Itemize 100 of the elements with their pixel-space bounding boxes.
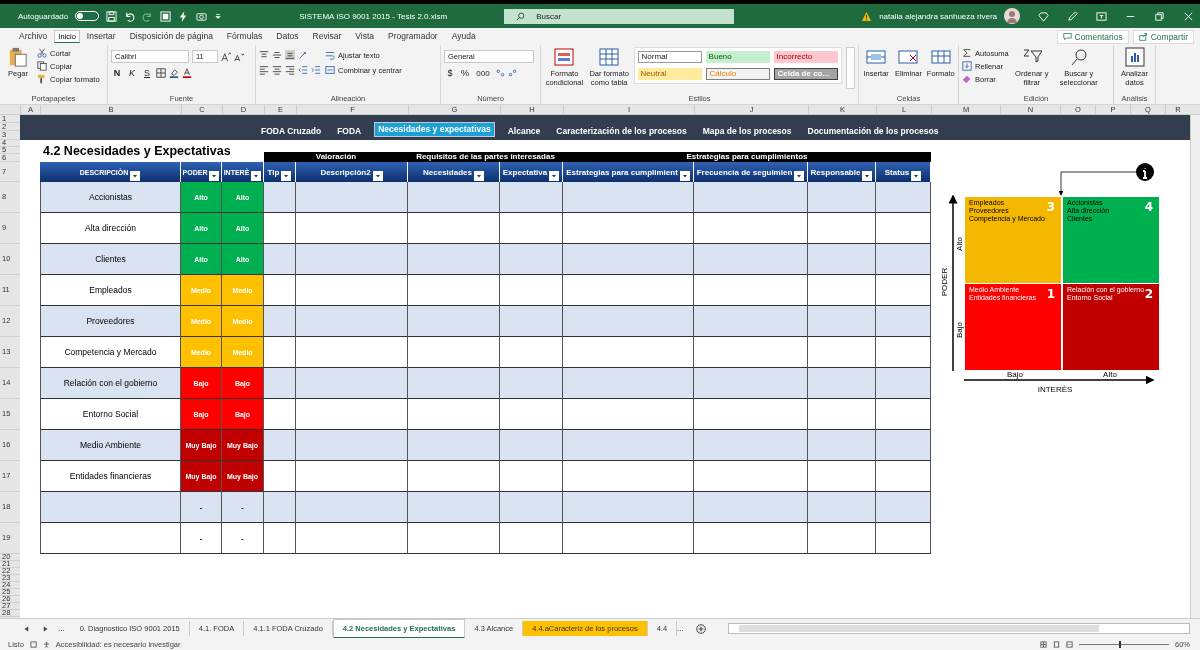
add-sheet-icon[interactable] <box>695 623 706 634</box>
align-middle-icon[interactable] <box>272 50 282 60</box>
gallery-scrollbar[interactable] <box>845 47 855 89</box>
underline-button[interactable]: S <box>141 68 153 78</box>
filter-dropdown-icon[interactable] <box>372 171 383 181</box>
user-name: natalia alejandra sanhueza rivera <box>879 11 997 21</box>
table-cell <box>808 244 876 275</box>
fill-color-icon[interactable] <box>169 68 179 78</box>
table-cell <box>264 182 296 213</box>
ribbon-tab[interactable]: Fórmulas <box>219 28 270 45</box>
axis-label: Alto <box>1103 370 1117 379</box>
redo-icon[interactable] <box>142 10 154 22</box>
shrink-font-icon[interactable] <box>234 51 244 62</box>
group-header: Requisitos de las partes interesadas <box>408 152 563 162</box>
filter-dropdown-icon[interactable] <box>209 171 220 181</box>
quadrant-number: 2 <box>1144 287 1153 301</box>
cell-style[interactable]: Incorrecto <box>773 51 838 63</box>
align-bottom-icon[interactable] <box>285 50 295 60</box>
filter-dropdown-icon[interactable] <box>473 171 484 181</box>
ribbon-tab[interactable]: Disposición de página <box>122 28 220 45</box>
quadrant-number: 3 <box>1046 200 1055 214</box>
filter-dropdown-icon[interactable] <box>794 171 805 181</box>
cell-style[interactable]: Neutral <box>637 68 702 80</box>
nav-link[interactable]: FODA <box>334 125 365 137</box>
macro-icon[interactable] <box>29 640 37 648</box>
nav-link[interactable]: Mapa de los procesos <box>699 125 795 137</box>
window-title: SISTEMA ISO 9001 2015 - Tesis 2.0.xlsm <box>299 11 448 21</box>
ribbon-display-icon[interactable] <box>1096 10 1107 22</box>
group-header: Estrategias para cumplimientos <box>563 152 931 162</box>
cell-style[interactable]: Normal <box>637 51 702 63</box>
camera-icon[interactable] <box>196 10 208 22</box>
thousands-button[interactable]: 000 <box>474 68 492 78</box>
percent-button[interactable]: % <box>459 68 471 78</box>
align-left-icon[interactable] <box>259 65 269 75</box>
table-cell <box>264 523 296 554</box>
table-cell <box>264 244 296 275</box>
search-field[interactable]: Buscar <box>504 8 735 24</box>
diamond-icon[interactable] <box>1038 10 1049 22</box>
close-icon[interactable] <box>1183 10 1194 22</box>
ribbon-tab[interactable]: Datos <box>269 28 306 45</box>
filter-dropdown-icon[interactable] <box>130 171 141 181</box>
filter-dropdown-icon[interactable] <box>281 171 292 181</box>
comments-button[interactable]: Comentarios <box>1056 29 1129 44</box>
form-icon[interactable] <box>160 10 172 22</box>
table-cell <box>264 492 296 523</box>
currency-button[interactable]: $ <box>444 68 456 78</box>
page-layout-icon[interactable] <box>1053 640 1060 648</box>
share-icon <box>1138 32 1148 41</box>
nav-link[interactable]: Alcance <box>504 125 544 137</box>
nav-link[interactable]: Documentación de los procesos <box>804 125 942 137</box>
comment-icon <box>1062 32 1072 41</box>
filter-dropdown-icon[interactable] <box>862 171 873 181</box>
decrease-indent-icon[interactable] <box>298 65 308 75</box>
accessibility-icon[interactable] <box>42 640 50 648</box>
info-icon[interactable] <box>1136 163 1154 181</box>
undo-icon[interactable] <box>124 10 136 22</box>
align-center-icon[interactable] <box>272 65 282 75</box>
page-break-icon[interactable] <box>1066 640 1073 648</box>
table-cell <box>808 182 876 213</box>
normal-view-icon[interactable] <box>1040 640 1047 648</box>
grow-font-icon[interactable] <box>221 51 231 62</box>
table-cell <box>876 523 931 554</box>
filter-dropdown-icon[interactable] <box>679 171 690 181</box>
share-button[interactable]: Compartir <box>1132 29 1194 44</box>
filter-dropdown-icon[interactable] <box>251 171 262 181</box>
increase-decimal-icon[interactable] <box>495 68 505 78</box>
font-color-icon[interactable] <box>182 68 192 78</box>
column-title: Tip <box>267 167 280 177</box>
ribbon-tab[interactable]: Vista <box>348 28 382 45</box>
decrease-decimal-icon[interactable] <box>508 68 518 78</box>
more-tabs[interactable]: ... <box>58 624 65 633</box>
ribbon-tab[interactable]: Revisar <box>305 28 349 45</box>
align-top-icon[interactable] <box>259 50 269 60</box>
filter-dropdown-icon[interactable] <box>549 171 560 181</box>
vertical-scrollbar[interactable] <box>1190 115 1200 618</box>
ribbon-tab[interactable]: Insertar <box>79 28 123 45</box>
filter-dropdown-icon[interactable] <box>911 171 922 181</box>
nav-link[interactable]: Caracterización de los procesos <box>553 125 690 137</box>
ribbon-tab[interactable]: Programador <box>381 28 445 45</box>
orientation-icon[interactable] <box>298 50 308 60</box>
align-right-icon[interactable] <box>285 65 295 75</box>
ribbon-tab[interactable]: Archivo <box>12 28 55 45</box>
cell-style[interactable]: Bueno <box>705 51 770 63</box>
nav-link[interactable]: FODA Cruzado <box>258 125 325 137</box>
bold-button[interactable]: N <box>111 68 123 78</box>
horizontal-scrollbar[interactable] <box>727 623 1190 634</box>
pen-icon[interactable] <box>1067 10 1078 22</box>
borders-icon[interactable] <box>156 68 166 78</box>
restore-icon[interactable] <box>1154 10 1165 22</box>
axis-label: Alto <box>955 237 964 251</box>
avatar[interactable] <box>1004 8 1020 24</box>
italic-button[interactable]: K <box>126 68 138 78</box>
table-cell <box>500 430 563 461</box>
scissors-icon <box>37 48 47 58</box>
increase-indent-icon[interactable] <box>311 65 321 75</box>
ribbon-tab[interactable]: Ayuda <box>444 28 483 45</box>
more-tabs[interactable]: ... <box>677 624 684 633</box>
save-icon[interactable] <box>106 10 118 22</box>
table-cell <box>876 244 931 275</box>
axis-title: PODER <box>940 267 949 297</box>
